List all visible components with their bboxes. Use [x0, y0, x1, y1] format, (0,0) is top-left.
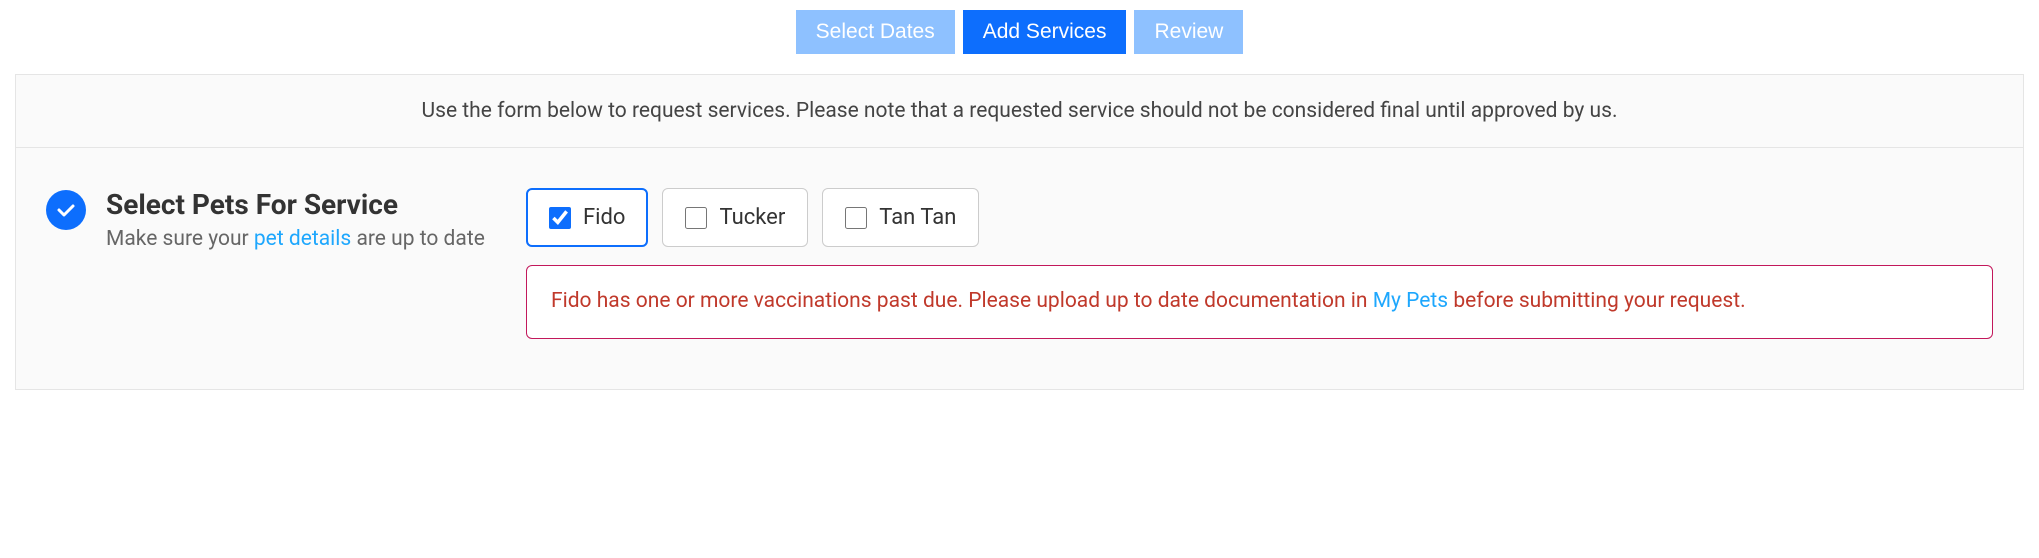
pet-chip-tucker[interactable]: Tucker — [662, 188, 808, 247]
subtitle-after: are up to date — [351, 227, 485, 251]
pet-chip-tan-tan[interactable]: Tan Tan — [822, 188, 979, 247]
section-body: Fido Tucker Tan Tan Fido has one or more… — [526, 188, 1993, 339]
pet-label: Tucker — [719, 205, 785, 230]
vaccination-alert: Fido has one or more vaccinations past d… — [526, 265, 1993, 339]
section-heading: Select Pets For Service Make sure your p… — [106, 188, 506, 251]
alert-text-before: Fido has one or more vaccinations past d… — [551, 289, 1373, 313]
pet-chip-fido[interactable]: Fido — [526, 188, 648, 247]
alert-text-after: before submitting your request. — [1448, 289, 1745, 313]
pet-label: Tan Tan — [879, 205, 956, 230]
subtitle-before: Make sure your — [106, 227, 254, 251]
check-circle-icon — [46, 190, 86, 230]
pets-row: Fido Tucker Tan Tan — [526, 188, 1993, 247]
services-panel: Use the form below to request services. … — [15, 74, 2024, 390]
wizard-step-review[interactable]: Review — [1134, 10, 1243, 54]
pet-checkbox-tan-tan[interactable] — [845, 207, 867, 229]
select-pets-section: Select Pets For Service Make sure your p… — [16, 148, 2023, 389]
pet-checkbox-fido[interactable] — [549, 207, 571, 229]
pet-details-link[interactable]: pet details — [254, 227, 351, 251]
wizard-step-add-services[interactable]: Add Services — [963, 10, 1127, 54]
section-subtitle: Make sure your pet details are up to dat… — [106, 227, 506, 251]
wizard-steps: Select Dates Add Services Review — [0, 0, 2039, 74]
pet-checkbox-tucker[interactable] — [685, 207, 707, 229]
panel-intro-text: Use the form below to request services. … — [16, 75, 2023, 148]
pet-label: Fido — [583, 205, 625, 230]
my-pets-link[interactable]: My Pets — [1373, 289, 1448, 313]
section-title: Select Pets For Service — [106, 188, 506, 221]
wizard-step-select-dates[interactable]: Select Dates — [796, 10, 955, 54]
